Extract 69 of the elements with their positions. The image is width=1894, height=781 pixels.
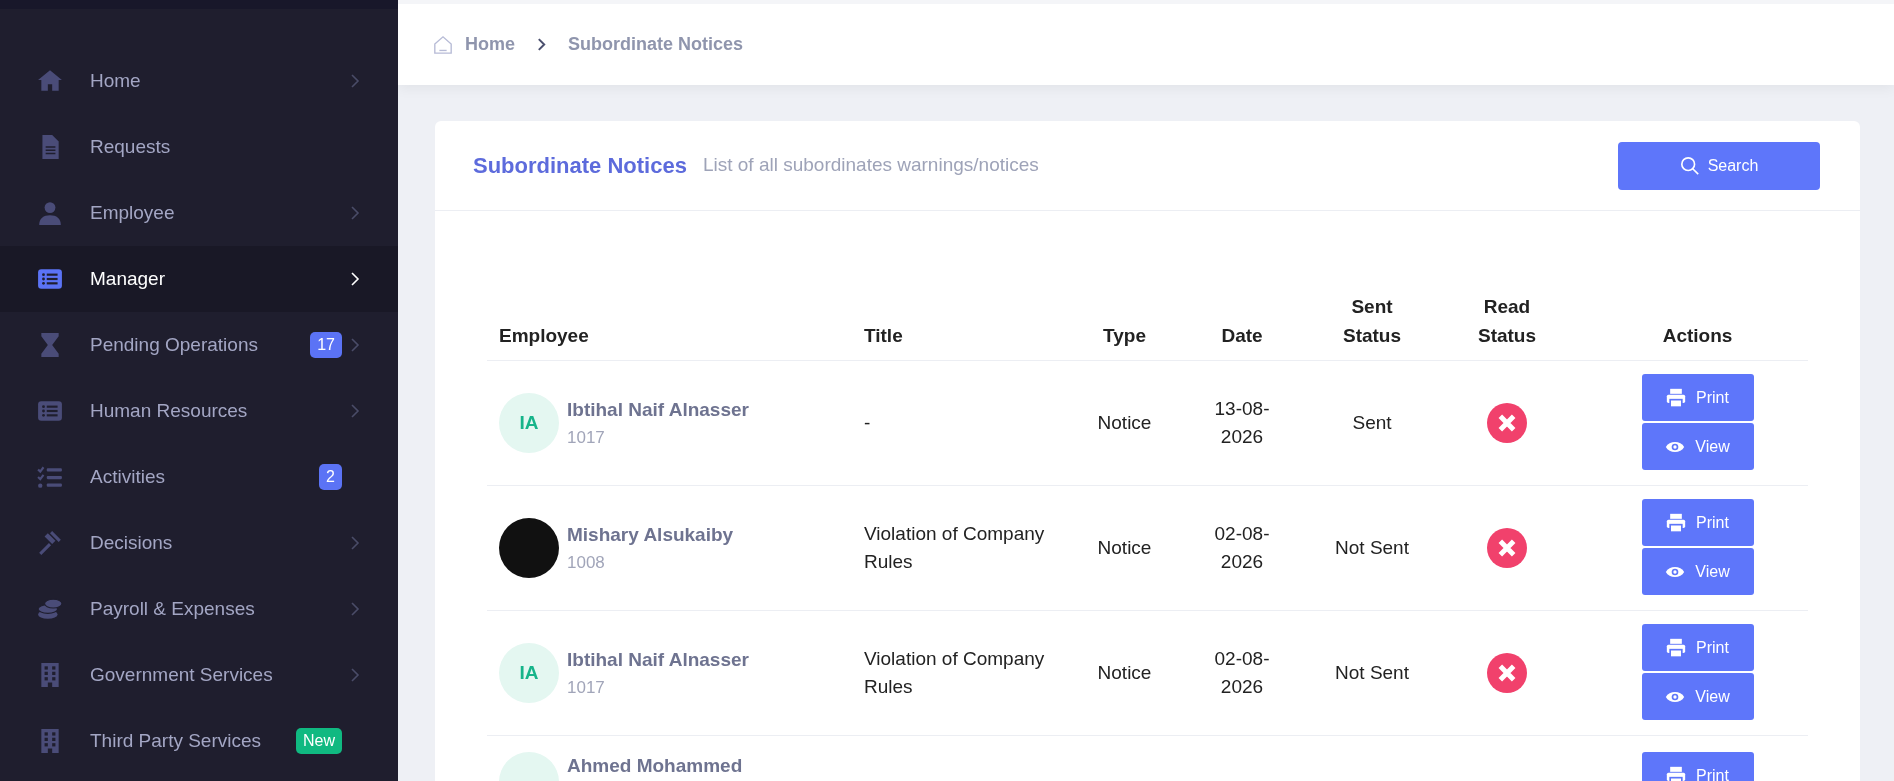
chevron-icon (537, 38, 546, 51)
table-cell-text: 02-08-2026 (1213, 646, 1271, 699)
column-header: Actions (1662, 323, 1733, 348)
sidebar-item[interactable]: Activities 2 (0, 444, 398, 510)
list-icon (37, 398, 63, 424)
table-cell: Violation of Company Rules (864, 522, 1045, 572)
person-icon (37, 200, 63, 226)
column-header: Date (1221, 323, 1263, 348)
employee-name[interactable]: Mishary Alsukaiby (567, 521, 734, 550)
column-header: Type (1103, 323, 1146, 348)
table-cell: Notice (1097, 536, 1152, 558)
view-button[interactable]: View (1641, 673, 1754, 720)
photo-placeholder (499, 518, 559, 578)
sidebar-item[interactable]: Home (0, 48, 398, 114)
breadcrumb-link[interactable]: Subordinate Notices (568, 31, 744, 58)
print-button[interactable]: Print (1641, 374, 1754, 421)
view-button[interactable]: View (1641, 423, 1754, 470)
column-header: Employee (499, 323, 589, 348)
print-button[interactable]: Print (1641, 752, 1754, 781)
sidebar-item[interactable]: Government Services (0, 642, 398, 708)
search-icon (1679, 155, 1700, 176)
sidebar-item[interactable]: Third Party Services New (0, 708, 398, 774)
printer-icon (1666, 637, 1687, 658)
card-subtitle: List of all subordinates warnings/notices (702, 153, 1040, 178)
table-cell: Violation of Company Rules (864, 647, 1045, 697)
checklist-icon (37, 464, 63, 490)
table-cell-text: 02-08-2026 (1213, 521, 1271, 574)
sidebar-item[interactable]: Employee (0, 180, 398, 246)
employee-name[interactable]: Ahmed Mohammed (567, 752, 743, 781)
count-badge: New (296, 728, 342, 754)
home-icon (433, 34, 453, 55)
avatar: IA (499, 393, 559, 453)
list-icon (37, 266, 63, 292)
table-cell: - (864, 411, 871, 433)
card-title: Subordinate Notices (473, 152, 687, 180)
house-icon (37, 68, 63, 94)
table-cell-text: 13-08-2026 (1213, 396, 1271, 449)
sidebar-item[interactable]: Manager (0, 246, 398, 312)
employee-id: 1017 (567, 426, 606, 449)
printer-icon (1666, 765, 1687, 781)
table-cell: Notice (1097, 661, 1152, 683)
sidebar-item[interactable]: Pending Operations 17 (0, 312, 398, 378)
sidebar-item[interactable]: Requests (0, 114, 398, 180)
table-cell: Not Sent (1335, 661, 1409, 683)
view-button[interactable]: View (1641, 548, 1754, 595)
sidebar-item[interactable]: Human Resources (0, 378, 398, 444)
print-button[interactable]: Print (1641, 624, 1754, 671)
column-header: Sent Status (1341, 295, 1403, 348)
table-cell: Sent (1352, 411, 1392, 433)
employee-id: 1017 (567, 676, 606, 699)
employee-name[interactable]: Ibtihal Naif Alnasser (567, 646, 749, 675)
sidebar-item[interactable]: Decisions (0, 510, 398, 576)
coins-icon (37, 596, 63, 622)
print-button[interactable]: Print (1641, 499, 1754, 546)
avatar: IA (499, 643, 559, 703)
column-header: Title (864, 323, 903, 348)
count-badge: 2 (319, 464, 342, 490)
printer-icon (1666, 387, 1687, 408)
employee-name[interactable]: Ibtihal Naif Alnasser (567, 396, 749, 425)
sidebar-item[interactable]: Payroll & Expenses (0, 576, 398, 642)
printer-icon (1666, 512, 1687, 533)
breadcrumb-link[interactable]: Home (465, 31, 515, 58)
table-cell: Not Sent (1335, 536, 1409, 558)
employee-id: 1008 (567, 551, 606, 574)
search-button[interactable]: Search (1618, 141, 1820, 190)
gavel-icon (37, 530, 63, 556)
count-badge: 17 (310, 332, 342, 358)
table-cell: Notice (1097, 411, 1152, 433)
column-header: Read Status (1476, 295, 1538, 348)
